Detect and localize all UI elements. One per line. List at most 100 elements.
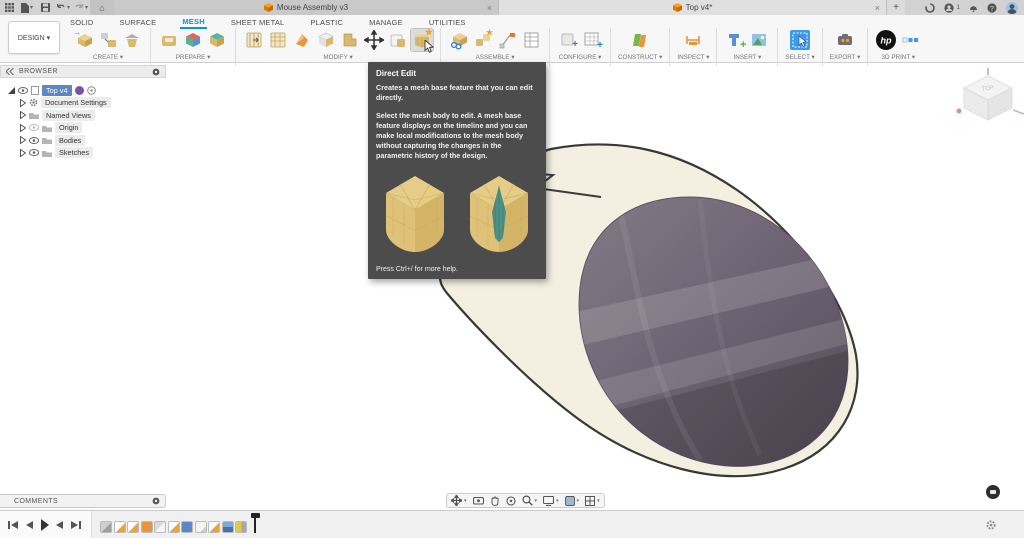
browser-item-bodies[interactable]: Bodies bbox=[0, 134, 166, 147]
hp-logo-icon[interactable]: hp bbox=[875, 29, 897, 51]
browser-item-origin[interactable]: Origin bbox=[0, 122, 166, 135]
construct-plane-icon[interactable] bbox=[629, 29, 651, 51]
timeline-position-marker[interactable] bbox=[251, 513, 260, 533]
expand-triangle-icon[interactable] bbox=[20, 111, 26, 119]
replace-face-icon[interactable] bbox=[387, 29, 409, 51]
timeline-feature-sketch[interactable] bbox=[208, 521, 220, 533]
help-icon[interactable]: ? bbox=[987, 3, 997, 13]
timeline-feature-sketch[interactable] bbox=[127, 521, 139, 533]
timeline-feature-mesh-edit[interactable] bbox=[235, 521, 247, 533]
browser-item-named-views[interactable]: Named Views bbox=[0, 109, 166, 122]
group-label[interactable]: MODIFY ▾ bbox=[323, 54, 352, 61]
create-mesh-icon[interactable] bbox=[97, 29, 119, 51]
step-forward-icon[interactable] bbox=[56, 520, 64, 530]
browser-item-sketches[interactable]: Sketches bbox=[0, 147, 166, 160]
export-icon[interactable] bbox=[834, 29, 856, 51]
face-groups-icon[interactable] bbox=[182, 29, 204, 51]
browser-item-label[interactable]: Document Settings bbox=[41, 97, 111, 108]
group-label[interactable]: INSPECT ▾ bbox=[677, 54, 709, 61]
redo-icon[interactable]: ▾ bbox=[72, 0, 90, 15]
tab-manage[interactable]: MANAGE bbox=[367, 16, 405, 28]
close-icon[interactable]: × bbox=[487, 3, 492, 13]
group-label[interactable]: CONSTRUCT ▾ bbox=[618, 54, 662, 61]
workspace-selector[interactable]: DESIGN ▾ bbox=[8, 21, 60, 54]
viewports-icon[interactable]: ▾ bbox=[585, 496, 600, 506]
timeline-feature-mesh-base[interactable] bbox=[100, 521, 112, 533]
tab-mesh[interactable]: MESH bbox=[180, 15, 206, 29]
expand-triangle-icon[interactable] bbox=[8, 87, 15, 94]
timeline-feature-sketch[interactable] bbox=[168, 521, 180, 533]
timeline-settings-gear-icon[interactable] bbox=[986, 520, 996, 530]
activate-component-icon[interactable] bbox=[87, 86, 96, 95]
move-icon[interactable] bbox=[363, 29, 385, 51]
undo-icon[interactable]: ▾ bbox=[54, 0, 72, 15]
new-component-icon[interactable] bbox=[448, 29, 470, 51]
timeline-feature-sketch[interactable] bbox=[114, 521, 126, 533]
visibility-eye-icon[interactable] bbox=[29, 124, 39, 131]
browser-item-document-settings[interactable]: Document Settings bbox=[0, 97, 166, 110]
panel-options-icon[interactable] bbox=[152, 497, 160, 505]
document-tab-top[interactable]: Top v4* × bbox=[499, 0, 887, 15]
group-label[interactable]: PREPARE ▾ bbox=[176, 54, 211, 61]
browser-item-label[interactable]: Named Views bbox=[42, 110, 95, 121]
new-tab-button[interactable]: + bbox=[887, 0, 905, 15]
visibility-eye-icon[interactable] bbox=[29, 149, 39, 156]
browser-header[interactable]: BROWSER bbox=[0, 65, 166, 78]
pan-hand-icon[interactable] bbox=[490, 496, 500, 506]
visibility-eye-icon[interactable] bbox=[18, 87, 28, 94]
display-settings-icon[interactable]: ▾ bbox=[565, 496, 580, 506]
timeline-feature-body[interactable] bbox=[181, 521, 193, 533]
group-label[interactable]: 3D PRINT ▾ bbox=[882, 54, 916, 61]
expand-triangle-icon[interactable] bbox=[20, 124, 26, 132]
browser-item-label[interactable]: Bodies bbox=[55, 135, 85, 146]
timeline-feature-form[interactable] bbox=[141, 521, 153, 533]
go-to-end-icon[interactable] bbox=[71, 520, 81, 530]
tab-surface[interactable]: SURFACE bbox=[118, 16, 159, 28]
timeline-feature-surface[interactable] bbox=[195, 521, 207, 533]
root-component-label[interactable]: Top v4 bbox=[42, 85, 72, 96]
panel-options-icon[interactable] bbox=[152, 68, 160, 76]
as-built-joint-icon[interactable] bbox=[496, 29, 518, 51]
file-menu-icon[interactable]: ▾ bbox=[18, 0, 36, 15]
plane-cut-icon[interactable] bbox=[339, 29, 361, 51]
configuration-table-icon[interactable]: + bbox=[581, 29, 603, 51]
expand-triangle-icon[interactable] bbox=[20, 136, 26, 144]
group-label[interactable]: INSERT ▾ bbox=[734, 54, 762, 61]
tab-plastic[interactable]: PLASTIC bbox=[308, 16, 345, 28]
tab-sheet-metal[interactable]: SHEET METAL bbox=[229, 16, 287, 28]
browser-item-label[interactable]: Origin bbox=[55, 122, 82, 133]
remesh-icon[interactable] bbox=[243, 29, 265, 51]
zoom-icon[interactable]: ▾ bbox=[522, 495, 538, 506]
parts-list-icon[interactable] bbox=[520, 29, 542, 51]
browser-item-label[interactable]: Sketches bbox=[55, 147, 93, 158]
save-icon[interactable] bbox=[36, 0, 54, 15]
create-mesh-section-icon[interactable] bbox=[121, 29, 143, 51]
repair-mesh-icon[interactable] bbox=[158, 29, 180, 51]
app-grid-icon[interactable] bbox=[0, 0, 18, 15]
document-tab-mouse-assembly[interactable]: Mouse Assembly v3 × bbox=[114, 0, 499, 15]
insert-derive-icon[interactable]: + bbox=[724, 29, 746, 51]
collapse-panel-icon[interactable] bbox=[6, 68, 14, 75]
orbit-icon[interactable] bbox=[506, 496, 516, 506]
fit-view-icon[interactable]: ▾ bbox=[543, 496, 559, 506]
joint-icon[interactable]: ★ bbox=[472, 29, 494, 51]
home-icon[interactable]: ⌂ bbox=[90, 0, 114, 15]
browser-root-row[interactable]: Top v4 bbox=[0, 84, 166, 97]
insert-mesh-icon[interactable]: → bbox=[73, 29, 95, 51]
look-at-icon[interactable] bbox=[473, 496, 484, 505]
timeline-feature-modify[interactable] bbox=[154, 521, 166, 533]
configure-icon[interactable]: + bbox=[557, 29, 579, 51]
group-label[interactable]: SELECT ▾ bbox=[785, 54, 814, 61]
paint-mesh-icon[interactable] bbox=[206, 29, 228, 51]
group-label[interactable]: ASSEMBLE ▾ bbox=[476, 54, 515, 61]
pan-icon[interactable]: ▾ bbox=[451, 495, 467, 506]
smooth-icon[interactable] bbox=[315, 29, 337, 51]
visibility-eye-icon[interactable] bbox=[29, 137, 39, 144]
comments-bar[interactable]: COMMENTS bbox=[0, 494, 166, 508]
expand-triangle-icon[interactable] bbox=[20, 99, 26, 107]
go-to-start-icon[interactable] bbox=[8, 520, 18, 530]
group-label[interactable]: CREATE ▾ bbox=[93, 54, 123, 61]
group-label[interactable]: EXPORT ▾ bbox=[830, 54, 861, 61]
timeline-feature-combine[interactable] bbox=[222, 521, 234, 533]
play-icon[interactable] bbox=[40, 519, 49, 531]
